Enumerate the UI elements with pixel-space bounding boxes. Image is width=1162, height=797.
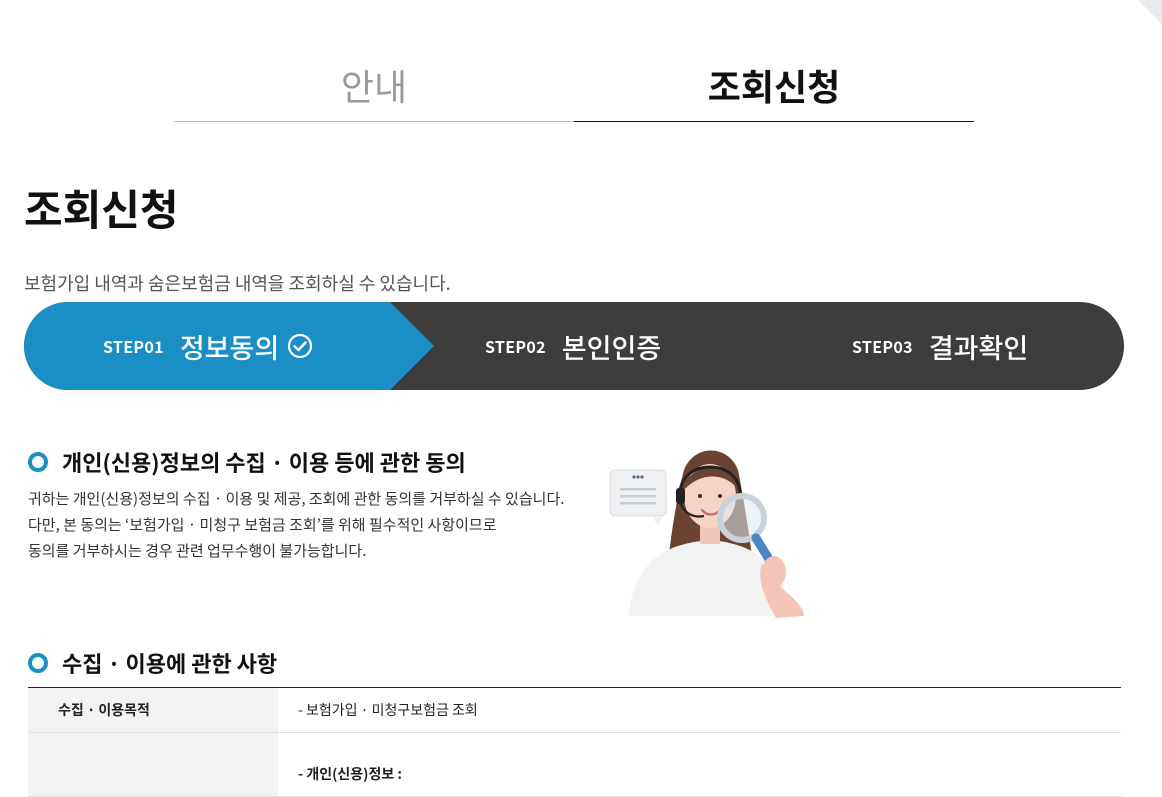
consent-line-1: 귀하는 개인(신용)정보의 수집 · 이용 및 제공, 조회에 관한 동의를 거… [28,488,565,509]
main-tabs: 안내 조회신청 [174,60,974,122]
row-header: 수집 · 이용목적 [28,687,278,733]
tab-guide[interactable]: 안내 [174,60,574,122]
step-2-name: 본인인증 [561,326,662,366]
step-progress-bar: STEP01 정보동의 STEP02 본인인증 STEP03 결과확인 [24,302,1124,390]
window-corner [1138,0,1162,24]
check-circle-icon [287,333,313,359]
step-3-number: STEP03 [852,334,913,358]
agent-with-magnifier-illustration [609,450,804,618]
consent-section-heading: 개인(신용)정보의 수집 · 이용 등에 관한 동의 [28,446,466,478]
row-value: - 보험가입 · 미청구보험금 조회 [278,687,1121,733]
step-2-number: STEP02 [485,334,546,358]
collection-heading: 수집 · 이용에 관한 사항 [62,647,278,679]
collection-section-heading: 수집 · 이용에 관한 사항 [28,647,277,679]
circle-bullet-icon [28,653,48,673]
collection-table: 수집 · 이용목적 - 보험가입 · 미청구보험금 조회 - 개인(신용)정보 … [28,687,1121,797]
tab-inquiry-request[interactable]: 조회신청 [574,60,974,122]
consent-line-3: 동의를 거부하시는 경우 관련 업무수행이 불가능합니다. [28,540,367,561]
consent-heading: 개인(신용)정보의 수집 · 이용 등에 관한 동의 [62,446,466,478]
step-1-name: 정보동의 [179,326,280,366]
consent-line-2: 다만, 본 동의는 ‘보험가입 · 미청구 보험금 조회’를 위해 필수적인 사… [28,514,497,535]
step-3-name: 결과확인 [928,326,1029,366]
table-row: 수집 · 이용목적 - 보험가입 · 미청구보험금 조회 [28,687,1121,733]
step-2: STEP02 본인인증 [485,302,661,390]
page-title: 조회신청 [24,177,179,238]
step-3: STEP03 결과확인 [852,302,1028,390]
page-description: 보험가입 내역과 숨은보험금 내역을 조회하실 수 있습니다. [24,270,451,296]
step-1: STEP01 정보동의 [103,302,313,390]
row-value: - 개인(신용)정보 : [278,732,1121,797]
table-row: - 개인(신용)정보 : [28,732,1121,797]
circle-bullet-icon [28,452,48,472]
row-header [28,732,278,797]
step-1-number: STEP01 [103,334,164,358]
consent-notice: 귀하는 개인(신용)정보의 수집 · 이용 및 제공, 조회에 관한 동의를 거… [28,486,564,564]
